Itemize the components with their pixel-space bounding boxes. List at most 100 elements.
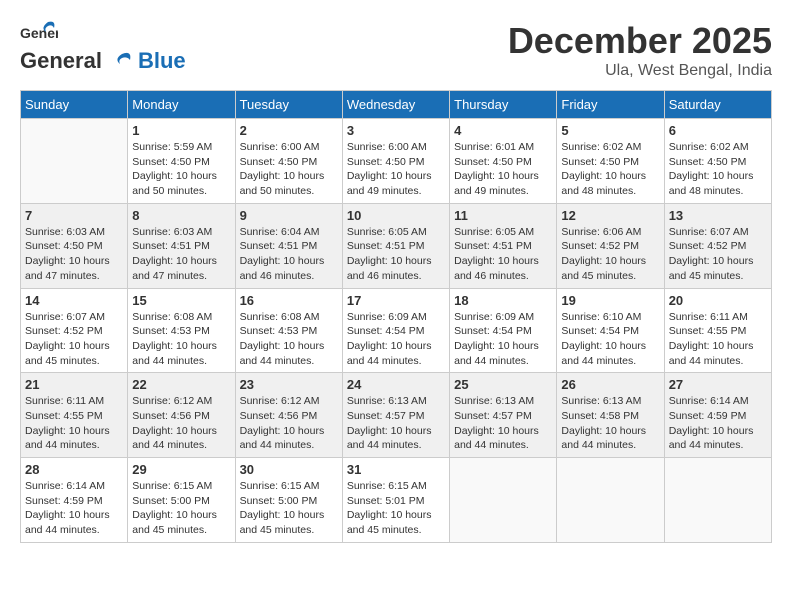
calendar-day: 3Sunrise: 6:00 AMSunset: 4:50 PMDaylight… [342, 119, 449, 204]
day-number: 18 [454, 293, 552, 308]
day-info: Sunrise: 6:08 AMSunset: 4:53 PMDaylight:… [240, 310, 338, 369]
day-number: 10 [347, 208, 445, 223]
logo-general: General [20, 48, 102, 74]
day-info: Sunrise: 6:13 AMSunset: 4:58 PMDaylight:… [561, 394, 659, 453]
day-header-sunday: Sunday [21, 91, 128, 119]
calendar-day: 10Sunrise: 6:05 AMSunset: 4:51 PMDayligh… [342, 203, 449, 288]
calendar-day [664, 458, 771, 543]
day-number: 28 [25, 462, 123, 477]
day-info: Sunrise: 6:04 AMSunset: 4:51 PMDaylight:… [240, 225, 338, 284]
calendar-day: 18 Sunrise: 6:09 AMSunset: 4:54 PMDayligh… [450, 288, 557, 373]
calendar-week-row: 1 Sunrise: 5:59 AMSunset: 4:50 PMDaylight… [21, 119, 772, 204]
day-number: 5 [561, 123, 659, 138]
day-info: Sunrise: 6:12 AMSunset: 4:56 PMDaylight:… [240, 394, 338, 453]
month-title: December 2025 [508, 20, 772, 62]
calendar-day: 14 Sunrise: 6:07 AMSunset: 4:52 PMDayligh… [21, 288, 128, 373]
day-number: 1 [132, 123, 230, 138]
day-number: 30 [240, 462, 338, 477]
day-info: Sunrise: 5:59 AMSunset: 4:50 PMDaylight:… [132, 140, 230, 199]
day-info: Sunrise: 6:06 AMSunset: 4:52 PMDaylight:… [561, 225, 659, 284]
day-info: Sunrise: 6:07 AMSunset: 4:52 PMDaylight:… [669, 225, 767, 284]
day-number: 23 [240, 377, 338, 392]
day-number: 21 [25, 377, 123, 392]
calendar-day: 26 Sunrise: 6:13 AMSunset: 4:58 PMDayligh… [557, 373, 664, 458]
calendar-day [21, 119, 128, 204]
day-number: 24 [347, 377, 445, 392]
day-number: 12 [561, 208, 659, 223]
day-header-wednesday: Wednesday [342, 91, 449, 119]
day-number: 2 [240, 123, 338, 138]
page-header: General General Blue December 2025 Ula, … [20, 20, 772, 80]
calendar-week-row: 28 Sunrise: 6:14 AMSunset: 4:59 PMDayligh… [21, 458, 772, 543]
calendar-day: 29Sunrise: 6:15 AMSunset: 5:00 PMDayligh… [128, 458, 235, 543]
day-info: Sunrise: 6:14 AMSunset: 4:59 PMDaylight:… [25, 479, 123, 538]
day-header-saturday: Saturday [664, 91, 771, 119]
calendar-week-row: 21 Sunrise: 6:11 AMSunset: 4:55 PMDayligh… [21, 373, 772, 458]
day-info: Sunrise: 6:05 AMSunset: 4:51 PMDaylight:… [454, 225, 552, 284]
calendar-day: 17 Sunrise: 6:09 AMSunset: 4:54 PMDayligh… [342, 288, 449, 373]
day-number: 20 [669, 293, 767, 308]
day-number: 13 [669, 208, 767, 223]
calendar-day [557, 458, 664, 543]
calendar-day: 25Sunrise: 6:13 AMSunset: 4:57 PMDayligh… [450, 373, 557, 458]
calendar-week-row: 7 Sunrise: 6:03 AMSunset: 4:50 PMDaylight… [21, 203, 772, 288]
day-info: Sunrise: 6:11 AMSunset: 4:55 PMDaylight:… [669, 310, 767, 369]
calendar-day: 4Sunrise: 6:01 AMSunset: 4:50 PMDaylight… [450, 119, 557, 204]
day-info: Sunrise: 6:15 AMSunset: 5:00 PMDaylight:… [132, 479, 230, 538]
calendar-day: 23 Sunrise: 6:12 AMSunset: 4:56 PMDayligh… [235, 373, 342, 458]
day-info: Sunrise: 6:03 AMSunset: 4:50 PMDaylight:… [25, 225, 123, 284]
day-number: 9 [240, 208, 338, 223]
day-info: Sunrise: 6:11 AMSunset: 4:55 PMDaylight:… [25, 394, 123, 453]
day-number: 25 [454, 377, 552, 392]
logo-bird-icon [104, 50, 136, 72]
day-info: Sunrise: 6:02 AMSunset: 4:50 PMDaylight:… [669, 140, 767, 199]
day-info: Sunrise: 6:09 AMSunset: 4:54 PMDaylight:… [347, 310, 445, 369]
day-number: 3 [347, 123, 445, 138]
day-info: Sunrise: 6:01 AMSunset: 4:50 PMDaylight:… [454, 140, 552, 199]
day-number: 15 [132, 293, 230, 308]
title-block: December 2025 Ula, West Bengal, India [508, 20, 772, 80]
day-number: 14 [25, 293, 123, 308]
calendar-day: 7 Sunrise: 6:03 AMSunset: 4:50 PMDaylight… [21, 203, 128, 288]
day-number: 27 [669, 377, 767, 392]
calendar-day: 27 Sunrise: 6:14 AMSunset: 4:59 PMDayligh… [664, 373, 771, 458]
day-header-monday: Monday [128, 91, 235, 119]
day-number: 16 [240, 293, 338, 308]
calendar-day: 24 Sunrise: 6:13 AMSunset: 4:57 PMDayligh… [342, 373, 449, 458]
calendar-week-row: 14 Sunrise: 6:07 AMSunset: 4:52 PMDayligh… [21, 288, 772, 373]
calendar-day: 19Sunrise: 6:10 AMSunset: 4:54 PMDayligh… [557, 288, 664, 373]
calendar-day: 28 Sunrise: 6:14 AMSunset: 4:59 PMDayligh… [21, 458, 128, 543]
day-info: Sunrise: 6:15 AMSunset: 5:00 PMDaylight:… [240, 479, 338, 538]
calendar-day: 20 Sunrise: 6:11 AMSunset: 4:55 PMDayligh… [664, 288, 771, 373]
day-info: Sunrise: 6:00 AMSunset: 4:50 PMDaylight:… [240, 140, 338, 199]
calendar-day: 9 Sunrise: 6:04 AMSunset: 4:51 PMDaylight… [235, 203, 342, 288]
day-number: 26 [561, 377, 659, 392]
calendar-day: 11 Sunrise: 6:05 AMSunset: 4:51 PMDayligh… [450, 203, 557, 288]
calendar-day [450, 458, 557, 543]
day-info: Sunrise: 6:09 AMSunset: 4:54 PMDaylight:… [454, 310, 552, 369]
calendar-header-row: SundayMondayTuesdayWednesdayThursdayFrid… [21, 91, 772, 119]
calendar-day: 22Sunrise: 6:12 AMSunset: 4:56 PMDayligh… [128, 373, 235, 458]
day-number: 8 [132, 208, 230, 223]
calendar-day: 12 Sunrise: 6:06 AMSunset: 4:52 PMDayligh… [557, 203, 664, 288]
day-info: Sunrise: 6:14 AMSunset: 4:59 PMDaylight:… [669, 394, 767, 453]
day-info: Sunrise: 6:13 AMSunset: 4:57 PMDaylight:… [347, 394, 445, 453]
location: Ula, West Bengal, India [508, 62, 772, 80]
calendar-day: 15Sunrise: 6:08 AMSunset: 4:53 PMDayligh… [128, 288, 235, 373]
calendar-table: SundayMondayTuesdayWednesdayThursdayFrid… [20, 90, 772, 543]
calendar-day: 2 Sunrise: 6:00 AMSunset: 4:50 PMDaylight… [235, 119, 342, 204]
day-info: Sunrise: 6:03 AMSunset: 4:51 PMDaylight:… [132, 225, 230, 284]
calendar-day: 1 Sunrise: 5:59 AMSunset: 4:50 PMDaylight… [128, 119, 235, 204]
day-info: Sunrise: 6:07 AMSunset: 4:52 PMDaylight:… [25, 310, 123, 369]
day-info: Sunrise: 6:15 AMSunset: 5:01 PMDaylight:… [347, 479, 445, 538]
day-number: 7 [25, 208, 123, 223]
calendar-day: 6Sunrise: 6:02 AMSunset: 4:50 PMDaylight… [664, 119, 771, 204]
calendar-day: 5Sunrise: 6:02 AMSunset: 4:50 PMDaylight… [557, 119, 664, 204]
day-header-friday: Friday [557, 91, 664, 119]
calendar-day: 21 Sunrise: 6:11 AMSunset: 4:55 PMDayligh… [21, 373, 128, 458]
calendar-day: 30 Sunrise: 6:15 AMSunset: 5:00 PMDayligh… [235, 458, 342, 543]
calendar-day: 16 Sunrise: 6:08 AMSunset: 4:53 PMDayligh… [235, 288, 342, 373]
day-number: 11 [454, 208, 552, 223]
day-number: 22 [132, 377, 230, 392]
day-number: 17 [347, 293, 445, 308]
